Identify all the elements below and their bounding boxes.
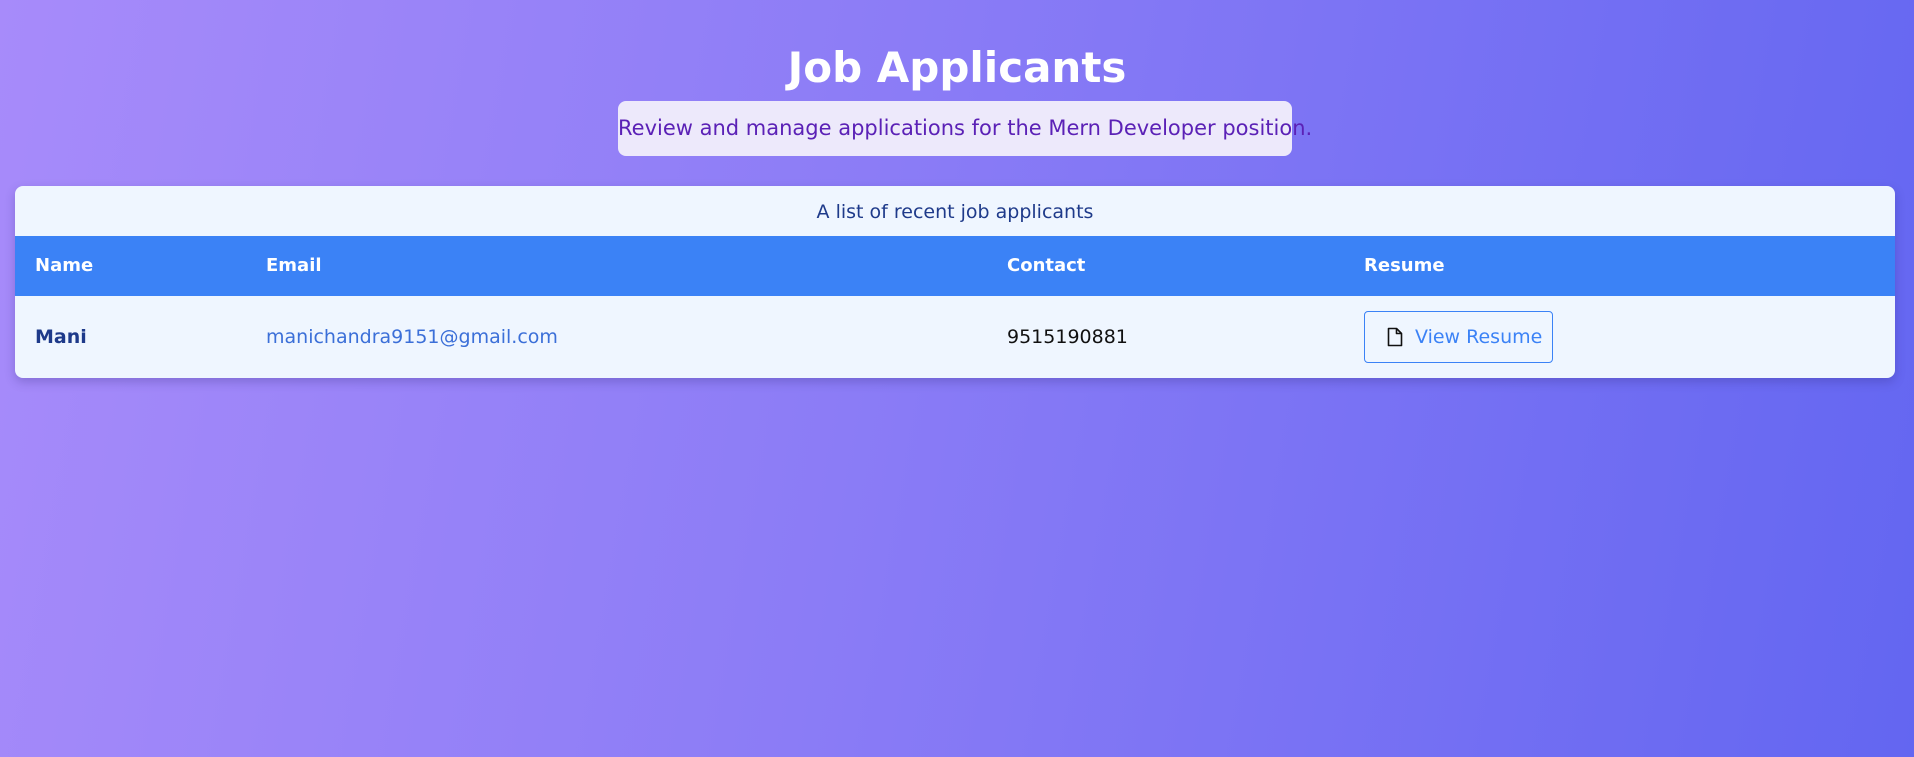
view-resume-button[interactable]: View Resume <box>1364 311 1553 363</box>
page-subtitle: Review and manage applications for the M… <box>618 101 1312 156</box>
column-header-contact: Contact <box>1007 255 1086 276</box>
column-header-email: Email <box>266 255 322 276</box>
table-caption: A list of recent job applicants <box>816 201 1094 223</box>
applicant-name: Mani <box>35 326 87 348</box>
applicants-table: A list of recent job applicants Name Ema… <box>15 186 1895 378</box>
view-resume-label: View Resume <box>1415 326 1543 348</box>
table-row: Mani manichandra9151@gmail.com 951519088… <box>15 296 1895 378</box>
table-header-row: Name Email Contact Resume <box>15 236 1895 296</box>
page-title: Job Applicants <box>787 43 1127 92</box>
applicant-email: manichandra9151@gmail.com <box>266 326 558 348</box>
document-icon <box>1387 327 1403 347</box>
column-header-name: Name <box>35 255 94 276</box>
column-header-resume: Resume <box>1364 255 1445 276</box>
applicant-contact: 9515190881 <box>1007 326 1128 348</box>
